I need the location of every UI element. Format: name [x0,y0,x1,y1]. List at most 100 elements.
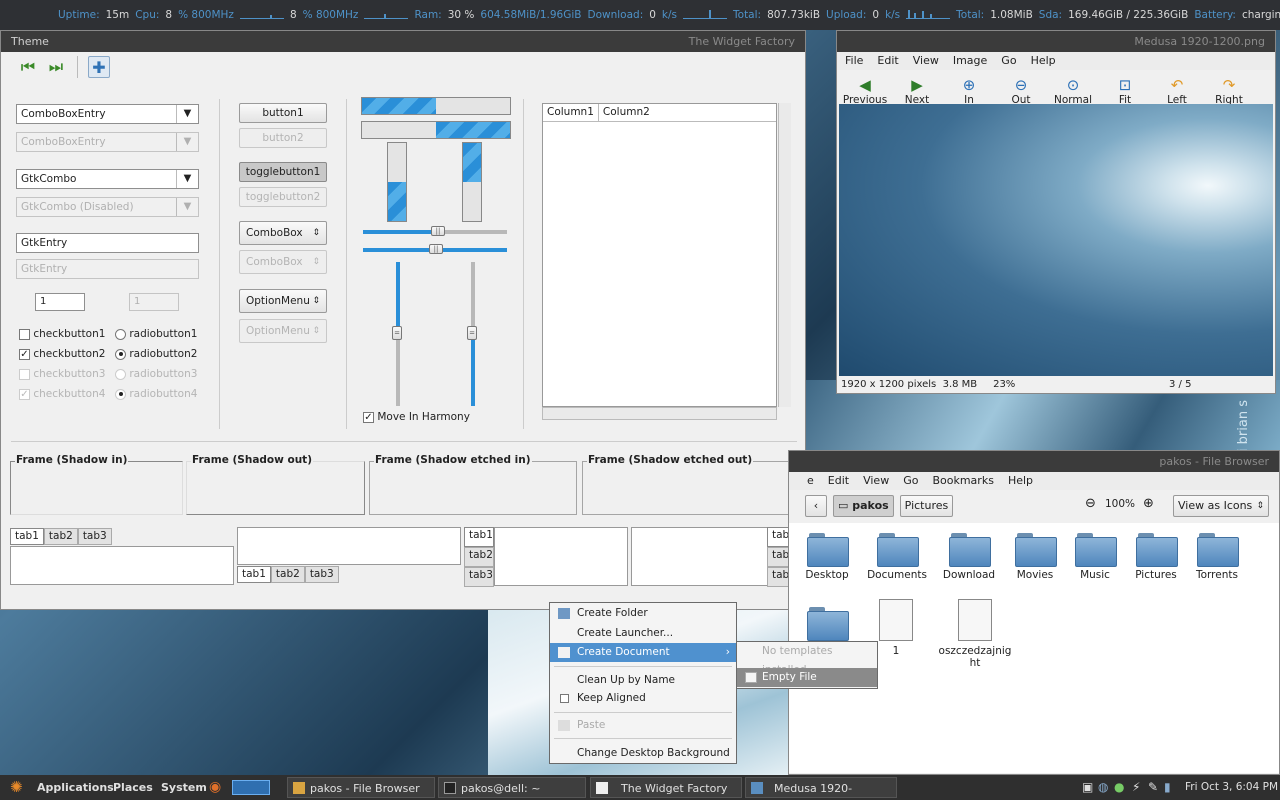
clock[interactable]: Fri Oct 3, 6:04 PM [1185,775,1278,800]
task-terminal[interactable]: pakos@dell: ~ [438,777,586,798]
menu-create-folder[interactable]: Create Folder [550,604,736,623]
zoom-in-button[interactable]: ⊕ In [945,76,993,106]
task-file-browser[interactable]: pakos - File Browser [287,777,435,798]
slider-knob[interactable]: = [392,326,402,340]
menu-image[interactable]: Image [953,52,987,70]
tab-3[interactable]: tab3 [304,566,339,583]
tab-2[interactable]: tab2 [43,528,78,545]
file-browser-titlebar[interactable]: pakos - File Browser [789,451,1279,472]
file-browser-window[interactable]: pakos - File Browser e Edit View Go Book… [788,450,1280,775]
chevron-down-icon[interactable]: ▼ [176,105,198,123]
widget-factory-titlebar[interactable]: Theme The Widget Factory [1,31,805,52]
hscale2[interactable]: || [363,244,507,254]
vertical-scrollbar[interactable] [778,103,791,407]
path-button-home[interactable]: ▭ pakos [833,495,894,517]
menu-edit[interactable]: Edit [877,52,898,70]
combobox[interactable]: ComboBox ⇕ [239,221,327,245]
tab-2[interactable]: tab2 [464,547,494,567]
zoom-out-icon[interactable]: ⊖ [1085,496,1096,511]
menu-view[interactable]: View [863,472,889,490]
update-icon[interactable]: ● [1114,775,1124,800]
folder-desktop[interactable]: Desktop [793,531,861,581]
theme-menu[interactable]: Theme [11,35,49,48]
applications-menu[interactable]: Applications [37,775,114,800]
tools-icon[interactable]: ✎ [1148,775,1158,800]
rotate-left-button[interactable]: ↶ Left [1153,76,1201,106]
vscale2[interactable]: = [467,262,477,406]
comboboxentry[interactable]: ComboBoxEntry ▼ [16,104,199,124]
menu-edit[interactable]: Edit [828,472,849,490]
task-widget-factory[interactable]: The Widget Factory [590,777,742,798]
folder-torrents[interactable]: Torrents [1183,531,1251,581]
radiobutton2[interactable]: radiobutton2 [115,348,197,360]
task-image-viewer[interactable]: Medusa 1920-1200.png [745,777,897,798]
menu-view[interactable]: View [913,52,939,70]
slider-knob[interactable]: = [467,326,477,340]
menu-clean-up[interactable]: Clean Up by Name [550,671,736,690]
menu-help[interactable]: Help [1031,52,1056,70]
move-in-harmony-check[interactable]: ✓ Move In Harmony [363,411,470,423]
folder-music[interactable]: Music [1061,531,1129,581]
zoom-in-icon[interactable]: ⊕ [1143,496,1154,511]
tab-1[interactable]: tab1 [10,528,44,545]
add-icon[interactable]: ✚ [88,56,110,78]
system-tray-icon[interactable]: ▣ [1082,775,1093,800]
tab-3[interactable]: tab3 [464,567,494,587]
menu-go[interactable]: Go [1001,52,1016,70]
ubuntu-logo-icon[interactable]: ✺ [10,775,23,800]
folder-documents[interactable]: Documents [863,531,931,581]
column1-header[interactable]: Column1 [543,104,599,121]
firefox-icon[interactable]: ◉ [209,775,221,800]
tab-2[interactable]: tab2 [270,566,305,583]
go-first-icon[interactable]: ⏮ [17,56,39,78]
radio-off[interactable] [115,328,126,340]
menu-go[interactable]: Go [903,472,918,490]
horizontal-scrollbar[interactable] [542,407,777,420]
vscale1[interactable]: = [392,262,402,406]
slider-knob[interactable]: || [431,226,445,236]
hscale1[interactable]: || [363,226,507,236]
chevron-down-icon[interactable]: ▼ [176,170,198,188]
tab-1[interactable]: tab1 [464,527,494,547]
column2-header[interactable]: Column2 [599,104,654,121]
zoom-out-button[interactable]: ⊖ Out [997,76,1045,106]
rotate-right-button[interactable]: ↷ Right [1205,76,1253,106]
menu-change-background[interactable]: Change Desktop Background [550,744,736,763]
spin-button[interactable]: 1 [35,293,85,311]
slider-knob[interactable]: || [429,244,443,254]
gtkcombo[interactable]: GtkCombo ▼ [16,169,199,189]
tab-1[interactable]: tab1 [237,566,271,583]
tab-3[interactable]: tab3 [77,528,112,545]
path-button-pictures[interactable]: Pictures [899,495,954,517]
menu-file[interactable]: e [807,472,814,490]
places-menu[interactable]: Places [113,775,153,800]
menu-keep-aligned[interactable]: Keep Aligned [550,689,736,708]
folder-pictures[interactable]: Pictures [1122,531,1190,581]
network-icon[interactable]: ◍ [1098,775,1108,800]
checkmark-icon[interactable]: ✓ [19,348,30,360]
previous-button[interactable]: ◀ Previous [841,76,889,106]
checkmark-icon[interactable]: ✓ [363,411,374,423]
image-viewer-window[interactable]: Medusa 1920-1200.png File Edit View Imag… [836,30,1276,394]
menu-help[interactable]: Help [1008,472,1033,490]
battery-icon[interactable]: ⚡ [1132,775,1140,800]
menu-bookmarks[interactable]: Bookmarks [932,472,993,490]
menu-create-document[interactable]: Create Document › [550,643,736,662]
next-button[interactable]: ▶ Next [893,76,941,106]
checkbox-unchecked[interactable] [19,328,30,340]
button1[interactable]: button1 [239,103,327,123]
optionmenu[interactable]: OptionMenu ⇕ [239,289,327,313]
system-menu[interactable]: System [161,775,207,800]
togglebutton1[interactable]: togglebutton1 [239,162,327,182]
folder-download[interactable]: Download [935,531,1003,581]
chevron-left-icon[interactable]: ‹ [805,495,827,517]
menu-file[interactable]: File [845,52,863,70]
gtkentry[interactable]: GtkEntry [16,233,199,253]
signal-icon[interactable]: ▮ [1164,775,1171,800]
folder-movies[interactable]: Movies [1001,531,1069,581]
checkbutton1[interactable]: checkbutton1 [19,328,105,340]
file-oszczedzajnight[interactable]: oszczedzajnight [935,599,1015,669]
menu-create-launcher[interactable]: Create Launcher... [550,624,736,643]
go-last-icon[interactable]: ⏭ [45,56,67,78]
view-mode-select[interactable]: View as Icons ⇕ [1173,495,1269,517]
